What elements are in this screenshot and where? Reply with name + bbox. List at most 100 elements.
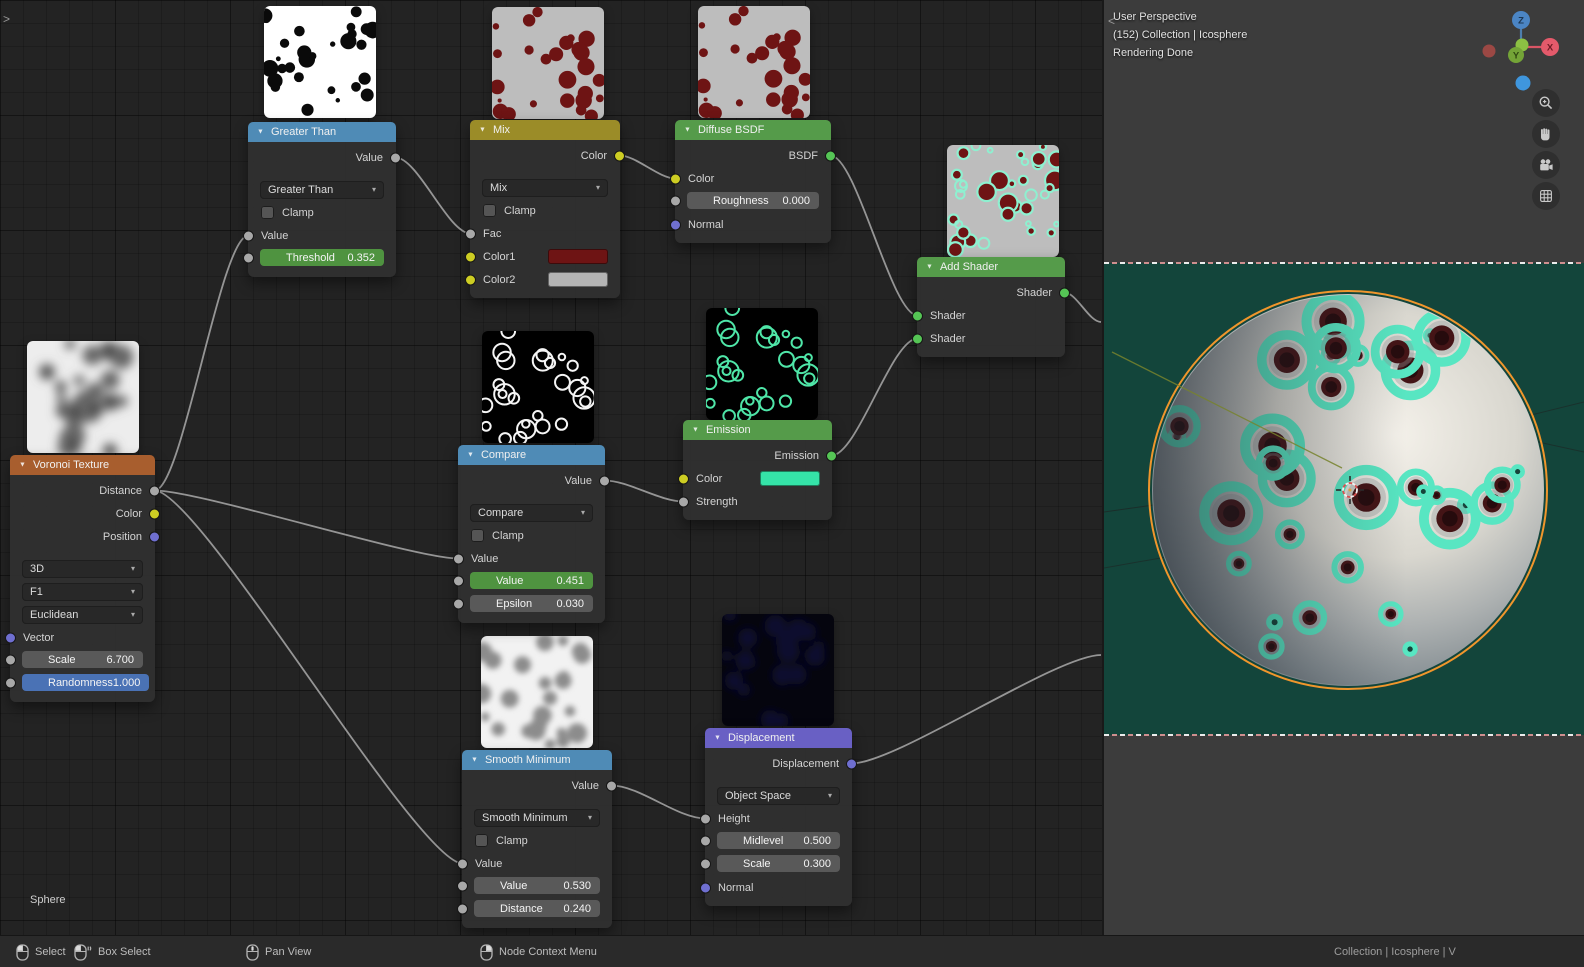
normal-input-socket[interactable] — [700, 882, 711, 893]
scale-value-slider[interactable]: Scale 6.700 — [22, 651, 143, 668]
toolbar-toggle-icon[interactable]: > — [3, 12, 10, 26]
ortho-toggle-button[interactable] — [1532, 182, 1560, 210]
emission-output-socket[interactable] — [826, 450, 837, 461]
position-output-socket[interactable] — [149, 531, 160, 542]
height-input-socket[interactable] — [700, 813, 711, 824]
threshold-value-slider[interactable]: Threshold 0.352 — [260, 249, 384, 266]
node-voronoi[interactable]: ▼ Voronoi Texture Distance Color Position 3D ▾… — [5, 455, 160, 702]
node-emission[interactable]: ▼ Emission Emission Color Strength — [678, 420, 837, 520]
bsdf-output-socket[interactable] — [825, 150, 836, 161]
node-compare[interactable]: ▼ Compare Value Compare ▾ Clamp Value Value 0.45… — [453, 445, 610, 623]
value-output-socket[interactable] — [599, 475, 610, 486]
node-header-greater[interactable]: ▼ Greater Than — [248, 122, 396, 142]
collapse-arrow-icon[interactable]: ▼ — [692, 426, 699, 433]
collapse-arrow-icon[interactable]: ▼ — [926, 263, 933, 270]
randomness-input-socket[interactable] — [5, 677, 16, 688]
editor-divider[interactable] — [1102, 0, 1104, 935]
shader-input-socket[interactable] — [912, 333, 923, 344]
node-greater[interactable]: ▼ Greater Than Value Greater Than ▾ Clamp Valu… — [243, 122, 401, 277]
roughness-input-socket[interactable] — [670, 195, 681, 206]
euclidean-dropdown[interactable]: Euclidean ▾ — [22, 605, 143, 624]
shader-output-socket[interactable] — [1059, 287, 1070, 298]
pan-button[interactable] — [1532, 120, 1560, 148]
collapse-arrow-icon[interactable]: ▼ — [467, 451, 474, 458]
strength-input-socket[interactable] — [678, 496, 689, 507]
color-output-socket[interactable] — [149, 508, 160, 519]
sidebar-toggle-icon[interactable]: < — [1108, 14, 1115, 28]
node-mix[interactable]: ▼ Mix Color Mix ▾ Clamp Fac Color1 Color2 — [465, 120, 625, 298]
value-value-slider[interactable]: Value 0.451 — [470, 572, 593, 589]
color1-input-socket[interactable] — [465, 251, 476, 262]
node-header-compare[interactable]: ▼ Compare — [458, 445, 605, 465]
viewport-3d[interactable]: User Perspective (152) Collection | Icos… — [1104, 0, 1584, 935]
distance-output-socket[interactable] — [149, 485, 160, 496]
value-output-socket[interactable] — [390, 152, 401, 163]
node-displacement[interactable]: ▼ Displacement Displacement Object Space ▾ He… — [700, 728, 857, 906]
clamp-checkbox[interactable] — [475, 834, 488, 847]
node-smoothmin[interactable]: ▼ Smooth Minimum Value Smooth Minimum ▾ Clamp… — [457, 750, 617, 928]
color-input-socket[interactable] — [670, 173, 681, 184]
shader-node-editor[interactable]: ▼ Voronoi Texture Distance Color Position 3D ▾… — [0, 0, 1102, 935]
collapse-arrow-icon[interactable]: ▼ — [714, 734, 721, 741]
scale-input-socket[interactable] — [700, 858, 711, 869]
value-input-socket[interactable] — [243, 230, 254, 241]
color2-input-socket[interactable] — [465, 274, 476, 285]
node-header-mix[interactable]: ▼ Mix — [470, 120, 620, 140]
collapse-arrow-icon[interactable]: ▼ — [257, 128, 264, 135]
node-addshader[interactable]: ▼ Add Shader Shader Shader Shader — [912, 257, 1070, 357]
smooth-minimum-dropdown[interactable]: Smooth Minimum ▾ — [474, 808, 600, 827]
navigation-gizmo[interactable]: Z X Y — [1480, 8, 1580, 108]
clamp-checkbox[interactable] — [261, 206, 274, 219]
color1-color-swatch[interactable] — [548, 249, 608, 264]
collapse-arrow-icon[interactable]: ▼ — [19, 461, 26, 468]
node-header-voronoi[interactable]: ▼ Voronoi Texture — [10, 455, 155, 475]
axis-x-neg-ball[interactable] — [1482, 44, 1496, 58]
randomness-value-slider[interactable]: Randomness 1.000 — [22, 674, 150, 691]
compare-dropdown[interactable]: Compare ▾ — [470, 503, 593, 522]
displacement-output-socket[interactable] — [846, 758, 857, 769]
camera-view-button[interactable] — [1532, 151, 1560, 179]
node-diffuse[interactable]: ▼ Diffuse BSDF BSDF Color Roughness 0.000 Norm… — [670, 120, 836, 243]
node-header-diffuse[interactable]: ▼ Diffuse BSDF — [675, 120, 831, 140]
midlevel-input-socket[interactable] — [700, 835, 711, 846]
value-input-socket[interactable] — [453, 575, 464, 586]
node-header-displacement[interactable]: ▼ Displacement — [705, 728, 852, 748]
epsilon-value-slider[interactable]: Epsilon 0.030 — [470, 595, 593, 612]
threshold-input-socket[interactable] — [243, 252, 254, 263]
distance-input-socket[interactable] — [457, 903, 468, 914]
collapse-arrow-icon[interactable]: ▼ — [479, 126, 486, 133]
value-input-socket[interactable] — [457, 858, 468, 869]
object-space-dropdown[interactable]: Object Space ▾ — [717, 786, 840, 805]
greater-than-dropdown[interactable]: Greater Than ▾ — [260, 180, 384, 199]
vector-input-socket[interactable] — [5, 632, 16, 643]
scale-value-slider[interactable]: Scale 0.300 — [717, 855, 840, 872]
value-output-socket[interactable] — [606, 780, 617, 791]
shader-input-socket[interactable] — [912, 310, 923, 321]
value-input-socket[interactable] — [457, 880, 468, 891]
normal-input-socket[interactable] — [670, 219, 681, 230]
color-input-socket[interactable] — [678, 473, 689, 484]
collapse-arrow-icon[interactable]: ▼ — [684, 126, 691, 133]
f1-dropdown[interactable]: F1 ▾ — [22, 582, 143, 601]
node-header-addshader[interactable]: ▼ Add Shader — [917, 257, 1065, 277]
roughness-value-slider[interactable]: Roughness 0.000 — [687, 192, 819, 209]
fac-input-socket[interactable] — [465, 228, 476, 239]
node-header-emission[interactable]: ▼ Emission — [683, 420, 832, 440]
3d-dropdown[interactable]: 3D ▾ — [22, 559, 143, 578]
color-output-socket[interactable] — [614, 150, 625, 161]
collapse-arrow-icon[interactable]: ▼ — [471, 756, 478, 763]
midlevel-value-slider[interactable]: Midlevel 0.500 — [717, 832, 840, 849]
distance-value-slider[interactable]: Distance 0.240 — [474, 900, 600, 917]
mix-dropdown[interactable]: Mix ▾ — [482, 178, 608, 197]
scale-input-socket[interactable] — [5, 654, 16, 665]
color-color-swatch[interactable] — [760, 471, 820, 486]
epsilon-input-socket[interactable] — [453, 598, 464, 609]
value-input-socket[interactable] — [453, 553, 464, 564]
zoom-button[interactable] — [1532, 89, 1560, 117]
node-header-smoothmin[interactable]: ▼ Smooth Minimum — [462, 750, 612, 770]
value-value-slider[interactable]: Value 0.530 — [474, 877, 600, 894]
clamp-checkbox[interactable] — [483, 204, 496, 217]
axis-z-neg-ball[interactable] — [1515, 75, 1531, 91]
clamp-checkbox[interactable] — [471, 529, 484, 542]
color2-color-swatch[interactable] — [548, 272, 608, 287]
